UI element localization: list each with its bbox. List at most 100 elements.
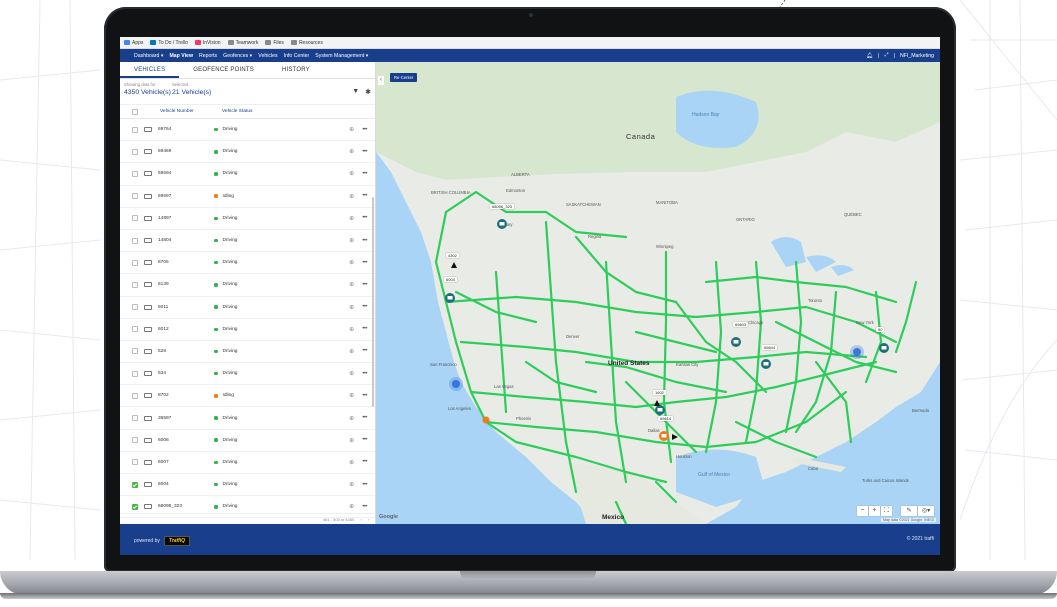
locate-icon[interactable]: ⊕ xyxy=(349,304,354,311)
next-page-icon[interactable]: › xyxy=(368,517,369,522)
locate-icon[interactable]: ⊕ xyxy=(349,281,354,288)
user-name[interactable]: NFI_Marketing xyxy=(900,53,934,59)
column-vehicle-number[interactable]: Vehicle Number xyxy=(160,109,208,114)
row-checkbox[interactable] xyxy=(132,503,138,510)
more-options-icon[interactable]: ••• xyxy=(362,282,367,288)
expand-icon[interactable]: ⤢ xyxy=(884,52,888,59)
more-options-icon[interactable]: ••• xyxy=(362,127,367,133)
more-options-icon[interactable]: ••• xyxy=(362,238,367,244)
bookmark-trello[interactable]: To Do / Trello xyxy=(150,40,188,46)
list-scrollbar[interactable] xyxy=(372,197,374,407)
vehicle-row[interactable]: 36597 Driving ⊕ ••• xyxy=(120,407,375,430)
locate-icon[interactable]: ⊕ xyxy=(349,503,354,510)
row-checkbox[interactable] xyxy=(132,481,138,488)
more-options-icon[interactable]: ••• xyxy=(362,348,367,354)
vehicle-tag[interactable]: 68096_323 xyxy=(490,204,515,209)
vehicle-row[interactable]: 69469 Driving ⊕ ••• xyxy=(120,141,375,164)
bookmark-resources[interactable]: Resources xyxy=(290,40,323,46)
row-checkbox[interactable] xyxy=(132,281,138,288)
vehicle-tag[interactable]: 90 xyxy=(876,327,885,332)
more-options-icon[interactable]: ••• xyxy=(362,415,367,421)
locate-icon[interactable]: ⊕ xyxy=(349,415,354,422)
row-checkbox[interactable] xyxy=(132,193,138,200)
recenter-button[interactable]: Re-Center xyxy=(390,73,418,82)
row-checkbox[interactable] xyxy=(132,348,138,355)
nav-dashboard[interactable]: Dashboard ▾ xyxy=(134,53,163,59)
row-checkbox[interactable] xyxy=(132,326,138,333)
locate-icon[interactable]: ⊕ xyxy=(349,259,354,266)
select-all-checkbox[interactable] xyxy=(132,108,138,115)
settings-icon[interactable]: ✱ xyxy=(365,88,371,96)
locate-icon[interactable]: ⊕ xyxy=(349,459,354,466)
vehicle-row[interactable]: 8705 Driving ⊕ ••• xyxy=(120,252,375,275)
more-options-icon[interactable]: ••• xyxy=(362,260,367,266)
more-options-icon[interactable]: ••• xyxy=(362,193,367,199)
vehicle-tag[interactable]: 69644 xyxy=(762,345,778,350)
fullscreen-icon[interactable]: ⛶ xyxy=(881,506,892,516)
more-options-icon[interactable]: ••• xyxy=(362,215,367,221)
more-options-icon[interactable]: ••• xyxy=(362,459,367,465)
locate-icon[interactable]: ⊕ xyxy=(349,392,354,399)
locate-icon[interactable]: ⊕ xyxy=(349,215,354,222)
vehicle-tag[interactable]: 4302 xyxy=(446,253,459,258)
more-options-icon[interactable]: ••• xyxy=(362,304,367,310)
more-options-icon[interactable]: ••• xyxy=(362,149,367,155)
layers-icon[interactable]: ◎▾ xyxy=(918,506,934,516)
row-checkbox[interactable] xyxy=(132,126,138,133)
bookmark-teamwork[interactable]: Teamwork xyxy=(227,40,258,46)
tab-geofence-points[interactable]: GEOFENCE POINTS xyxy=(179,62,268,78)
row-checkbox[interactable] xyxy=(132,304,138,311)
row-checkbox[interactable] xyxy=(132,370,138,377)
row-checkbox[interactable] xyxy=(132,170,138,177)
vehicle-row[interactable]: 6007 Driving ⊕ ••• xyxy=(120,452,375,474)
vehicle-tag[interactable]: 1602 xyxy=(653,390,666,395)
nav-reports[interactable]: Reports xyxy=(199,53,217,59)
bell-icon[interactable]: 🔔︎ xyxy=(867,53,874,59)
vehicle-tag[interactable]: 69603 xyxy=(733,322,749,327)
filter-icon[interactable]: ▼ xyxy=(352,88,359,96)
more-options-icon[interactable]: ••• xyxy=(362,504,367,510)
vehicle-tag[interactable]: 6004 xyxy=(444,277,457,282)
row-checkbox[interactable] xyxy=(132,392,138,399)
vehicle-row[interactable]: 14804 Driving ⊕ ••• xyxy=(120,230,375,253)
tab-history[interactable]: HISTORY xyxy=(268,62,324,78)
tab-vehicles[interactable]: VEHICLES xyxy=(120,62,180,78)
row-checkbox[interactable] xyxy=(132,237,138,244)
nav-geofences[interactable]: Geofences ▾ xyxy=(223,53,252,59)
vehicle-row[interactable]: 14897 Driving ⊕ ••• xyxy=(120,208,375,230)
row-checkbox[interactable] xyxy=(132,437,138,444)
zoom-out-button[interactable]: − xyxy=(857,506,868,516)
more-options-icon[interactable]: ••• xyxy=(362,371,367,377)
bookmark-apps[interactable]: Apps xyxy=(124,40,143,46)
vehicle-row[interactable]: 69697 Idling ⊕ ••• xyxy=(120,186,375,208)
bookmark-invision[interactable]: InVision xyxy=(194,40,221,46)
vehicle-row[interactable]: 69594 Driving ⊕ ••• xyxy=(120,163,375,186)
collapse-panel-icon[interactable]: ‹ xyxy=(378,76,384,85)
locate-icon[interactable]: ⊕ xyxy=(349,170,354,177)
map-view[interactable]: ‹ Re-Center Canada United States Mexico … xyxy=(376,62,940,524)
locate-icon[interactable]: ⊕ xyxy=(349,148,354,155)
row-checkbox[interactable] xyxy=(132,415,138,422)
locate-icon[interactable]: ⊕ xyxy=(349,437,354,444)
nav-info-center[interactable]: Info Center xyxy=(284,53,310,59)
locate-icon[interactable]: ⊕ xyxy=(349,481,354,488)
locate-icon[interactable]: ⊕ xyxy=(349,326,354,333)
locate-icon[interactable]: ⊕ xyxy=(349,348,354,355)
vehicle-row[interactable]: 6011 Driving ⊕ ••• xyxy=(120,297,375,319)
locate-icon[interactable]: ⊕ xyxy=(349,370,354,377)
prev-page-icon[interactable]: ‹ xyxy=(360,517,361,522)
locate-icon[interactable]: ⊕ xyxy=(349,237,354,244)
vehicle-row[interactable]: 8702 Idling ⊕ ••• xyxy=(120,385,375,408)
column-vehicle-status[interactable]: Vehicle Status xyxy=(222,109,252,114)
row-checkbox[interactable] xyxy=(132,259,138,266)
nav-system-management[interactable]: System Management ▾ xyxy=(315,53,368,59)
locate-icon[interactable]: ⊕ xyxy=(349,193,354,200)
zoom-in-button[interactable]: + xyxy=(869,506,880,516)
vehicle-row[interactable]: 6012 Driving ⊕ ••• xyxy=(120,319,375,341)
vehicle-row[interactable]: 528 Driving ⊕ ••• xyxy=(120,341,375,364)
row-checkbox[interactable] xyxy=(132,215,138,222)
more-options-icon[interactable]: ••• xyxy=(362,437,367,443)
more-options-icon[interactable]: ••• xyxy=(362,393,367,399)
vehicle-row[interactable]: 6004 Driving ⊕ ••• xyxy=(120,474,375,497)
more-options-icon[interactable]: ••• xyxy=(362,482,367,488)
